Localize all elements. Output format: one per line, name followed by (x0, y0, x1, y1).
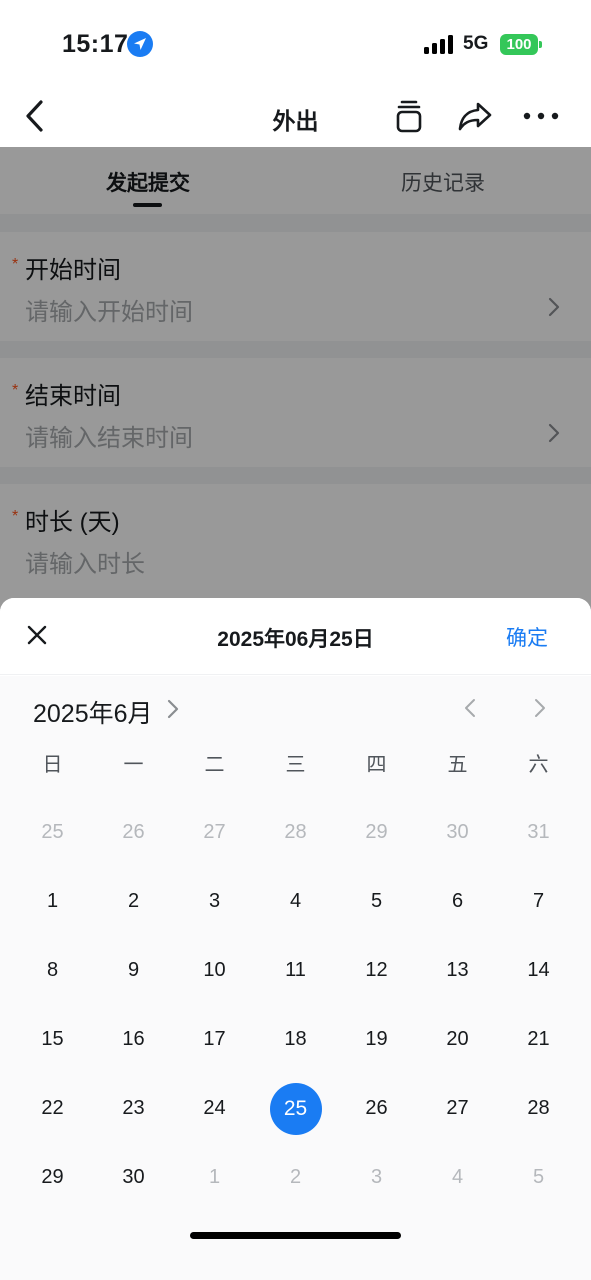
weekday-header: 日 一 二 三 四 五 六 (12, 748, 579, 777)
back-button[interactable] (20, 96, 52, 136)
calendar-week-row: 1 2 3 4 5 6 7 (12, 867, 579, 936)
calendar-grid: 25 26 27 28 29 30 31 1 2 3 4 5 6 7 8 9 1… (12, 798, 579, 1212)
more-button[interactable] (521, 96, 561, 136)
calendar-week-row: 29 30 1 2 3 4 5 (12, 1143, 579, 1212)
calendar-day[interactable]: 30 (417, 798, 498, 867)
date-picker-header: 2025年06月25日 确定 (0, 598, 591, 675)
calendar-day[interactable]: 4 (255, 867, 336, 936)
weekday-label: 四 (366, 754, 387, 776)
copy-icon (396, 100, 422, 133)
date-picker-sheet: 2025年06月25日 确定 2025年6月 日 一 二 三 四 五 六 25 … (0, 598, 591, 1280)
calendar: 2025年6月 日 一 二 三 四 五 六 25 26 27 28 29 30 (0, 676, 591, 1280)
weekday-label: 日 (42, 754, 63, 776)
calendar-day[interactable]: 21 (498, 1005, 579, 1074)
calendar-day[interactable]: 6 (417, 867, 498, 936)
calendar-day[interactable]: 25 (12, 798, 93, 867)
calendar-day[interactable]: 23 (93, 1074, 174, 1143)
chevron-right-icon[interactable] (166, 698, 180, 720)
calendar-week-row: 22 23 24 25 26 27 28 (12, 1074, 579, 1143)
selected-date-title: 2025年06月25日 (217, 628, 374, 651)
back-chevron-icon (26, 100, 43, 132)
share-button[interactable] (455, 96, 495, 136)
next-month-button[interactable] (526, 692, 554, 724)
calendar-day[interactable]: 14 (498, 936, 579, 1005)
calendar-week-row: 8 9 10 11 12 13 14 (12, 936, 579, 1005)
share-icon (458, 102, 492, 131)
copy-button[interactable] (389, 96, 429, 136)
calendar-day[interactable]: 19 (336, 1005, 417, 1074)
calendar-day[interactable]: 27 (174, 798, 255, 867)
month-selector[interactable]: 2025年6月 (33, 694, 153, 730)
calendar-day[interactable]: 1 (12, 867, 93, 936)
calendar-day[interactable]: 15 (12, 1005, 93, 1074)
calendar-day[interactable]: 26 (336, 1074, 417, 1143)
weekday-label: 六 (528, 754, 549, 776)
status-time: 15:17 (62, 30, 129, 58)
calendar-day[interactable]: 28 (498, 1074, 579, 1143)
calendar-day[interactable]: 2 (93, 867, 174, 936)
calendar-day[interactable]: 29 (336, 798, 417, 867)
calendar-day[interactable]: 17 (174, 1005, 255, 1074)
calendar-day[interactable]: 4 (417, 1143, 498, 1212)
confirm-button[interactable]: 确定 (506, 622, 548, 652)
prev-month-button[interactable] (456, 692, 484, 724)
calendar-day[interactable]: 18 (255, 1005, 336, 1074)
calendar-day-selected[interactable]: 25 (255, 1074, 336, 1143)
more-icon (523, 112, 559, 120)
calendar-day[interactable]: 5 (498, 1143, 579, 1212)
calendar-day[interactable]: 27 (417, 1074, 498, 1143)
chevron-right-icon (535, 699, 545, 717)
close-icon (27, 625, 47, 645)
chevron-left-icon (465, 699, 475, 717)
calendar-day[interactable]: 3 (174, 867, 255, 936)
calendar-day[interactable]: 12 (336, 936, 417, 1005)
weekday-label: 三 (285, 754, 306, 776)
calendar-day[interactable]: 10 (174, 936, 255, 1005)
calendar-day[interactable]: 11 (255, 936, 336, 1005)
close-button[interactable] (20, 618, 54, 652)
calendar-day[interactable]: 16 (93, 1005, 174, 1074)
calendar-day[interactable]: 8 (12, 936, 93, 1005)
weekday-label: 二 (204, 754, 225, 776)
calendar-day[interactable]: 20 (417, 1005, 498, 1074)
battery-icon: 100 (500, 34, 538, 55)
calendar-day[interactable]: 5 (336, 867, 417, 936)
calendar-day[interactable]: 9 (93, 936, 174, 1005)
calendar-day[interactable]: 28 (255, 798, 336, 867)
calendar-day[interactable]: 22 (12, 1074, 93, 1143)
calendar-day[interactable]: 3 (336, 1143, 417, 1212)
calendar-day[interactable]: 29 (12, 1143, 93, 1212)
weekday-label: 一 (123, 754, 144, 776)
calendar-day[interactable]: 26 (93, 798, 174, 867)
calendar-day[interactable]: 13 (417, 936, 498, 1005)
battery-tip (539, 41, 542, 48)
calendar-day[interactable]: 24 (174, 1074, 255, 1143)
calendar-day[interactable]: 7 (498, 867, 579, 936)
navbar: 外出 (0, 86, 591, 147)
network-label: 5G (463, 33, 489, 54)
calendar-day[interactable]: 31 (498, 798, 579, 867)
status-bar: 15:17 5G 100 (0, 0, 591, 86)
calendar-day[interactable]: 30 (93, 1143, 174, 1212)
page-title: 外出 (272, 108, 319, 134)
home-indicator (190, 1232, 401, 1239)
location-arrow-icon (127, 31, 153, 57)
selected-day-label: 25 (269, 1082, 322, 1135)
calendar-week-row: 15 16 17 18 19 20 21 (12, 1005, 579, 1074)
calendar-day[interactable]: 1 (174, 1143, 255, 1212)
signal-icon (424, 35, 454, 54)
calendar-day[interactable]: 2 (255, 1143, 336, 1212)
calendar-week-row: 25 26 27 28 29 30 31 (12, 798, 579, 867)
weekday-label: 五 (447, 754, 468, 776)
